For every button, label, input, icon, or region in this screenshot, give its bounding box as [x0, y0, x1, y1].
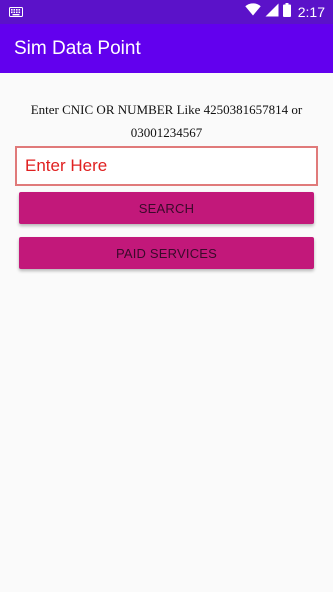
cell-signal-icon: [265, 3, 279, 22]
instruction-text: Enter CNIC OR NUMBER Like 4250381657814 …: [30, 102, 303, 140]
keyboard-icon: [9, 7, 23, 17]
search-button[interactable]: SEARCH: [19, 192, 314, 224]
app-title: Sim Data Point: [14, 37, 141, 59]
status-time: 2:17: [297, 4, 325, 20]
status-bar: 2:17: [0, 0, 333, 24]
search-field[interactable]: [15, 146, 318, 186]
search-input[interactable]: [17, 148, 316, 184]
paid-services-button[interactable]: PAID SERVICES: [19, 237, 314, 269]
battery-icon: [282, 2, 291, 22]
app-bar: Sim Data Point: [0, 24, 333, 73]
wifi-icon: [245, 3, 261, 21]
status-icons: 2:17: [245, 2, 325, 22]
